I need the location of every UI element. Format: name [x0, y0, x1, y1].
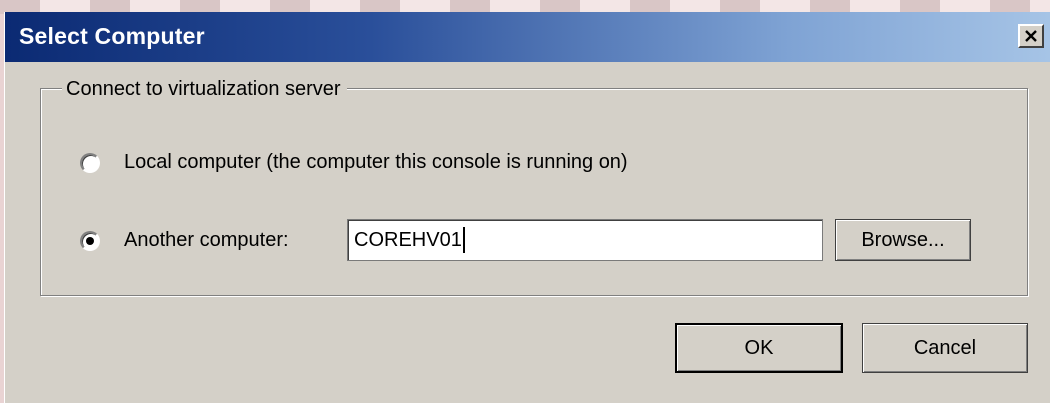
computer-name-input[interactable]: COREHV01 — [347, 219, 823, 261]
groupbox-legend: Connect to virtualization server — [62, 78, 347, 101]
browse-button[interactable]: Browse... — [835, 219, 971, 261]
local-computer-option[interactable]: Local computer (the computer this consol… — [80, 151, 628, 174]
another-computer-option[interactable]: Another computer: — [80, 229, 289, 252]
connect-groupbox — [40, 88, 1028, 296]
radio-selected-dot — [86, 236, 94, 245]
local-computer-radio[interactable] — [80, 152, 100, 173]
another-computer-label: Another computer: — [124, 229, 289, 251]
local-computer-label: Local computer (the computer this consol… — [124, 151, 628, 173]
title-bar: Select Computer — [5, 12, 1050, 62]
close-button[interactable] — [1018, 24, 1044, 48]
dialog-title: Select Computer — [19, 23, 205, 49]
cancel-button[interactable]: Cancel — [862, 323, 1028, 373]
close-icon — [1025, 30, 1037, 42]
text-caret — [462, 227, 465, 253]
computer-name-value: COREHV01 — [354, 228, 462, 251]
another-computer-radio[interactable] — [80, 230, 100, 251]
ok-button[interactable]: OK — [675, 323, 843, 373]
